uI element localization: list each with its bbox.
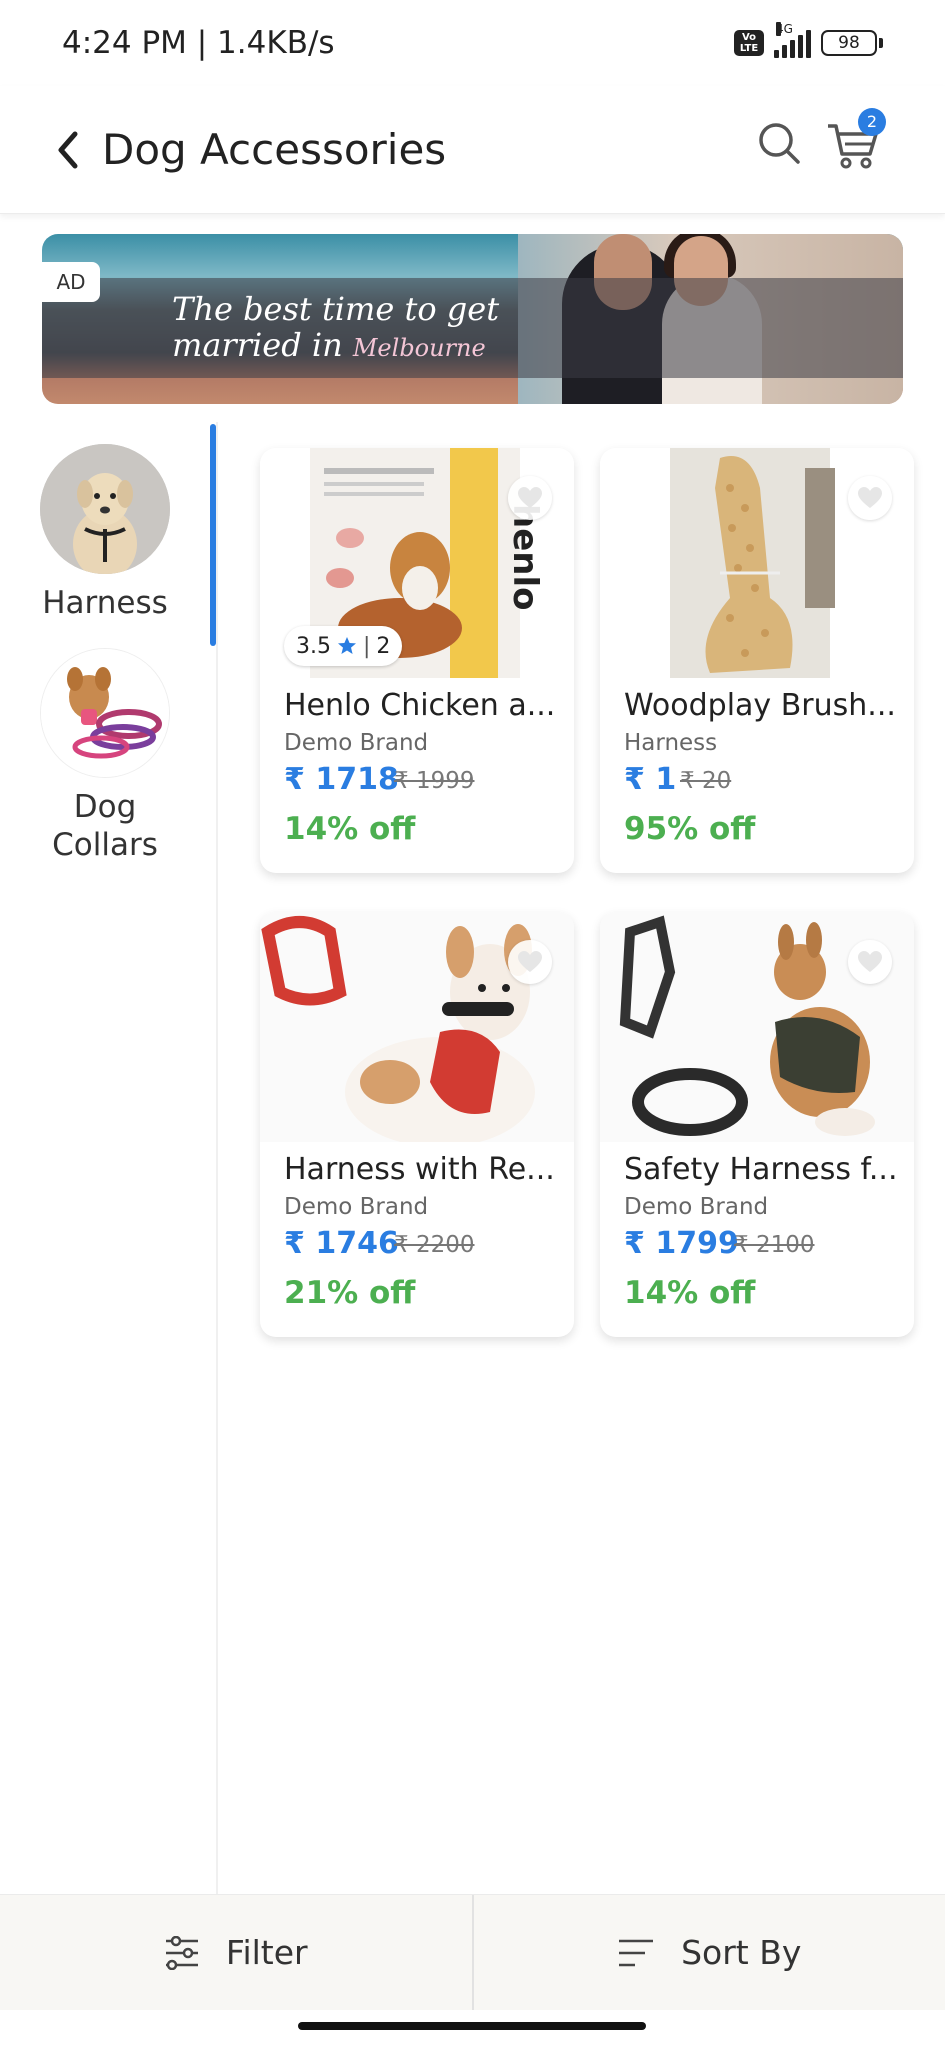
product-brand: Harness [624,730,718,756]
category-dog-collars-label: Dog Collars [52,789,158,863]
product-name: Henlo Chicken a... [284,688,556,723]
cart-count-badge: 2 [858,108,886,136]
back-arrow-icon [58,131,78,168]
ad-headline-2-text: married in [172,326,343,364]
category-harness-image [40,444,170,574]
product-discount: 14% off [284,811,416,847]
product-brand: Demo Brand [284,730,429,756]
product-image [260,912,574,1142]
rating-value: 3.5 [296,633,331,659]
dog-image [40,444,170,574]
rating-separator: | [363,633,371,659]
page-title: Dog Accessories [102,125,447,174]
back-button[interactable] [38,120,98,180]
collar-image [41,649,169,777]
product-mrp: ₹ 2200 [394,1232,475,1258]
status-bar: 4:24 PM | 1.4KB/s Vo LTE 4G 98 [0,0,945,86]
category-dog-collars[interactable]: Dog Collars [0,648,210,864]
product-brand: Demo Brand [624,1194,769,1220]
filter-icon [165,1935,198,1970]
product-mrp: ₹ 2100 [734,1232,815,1258]
filter-button[interactable]: Filter [0,1895,472,2010]
home-indicator[interactable] [298,2022,646,2030]
category-sidebar [0,422,218,1894]
heart-icon [858,487,882,508]
product-name: Woodplay Brush... [624,688,896,723]
product-card[interactable]: henlo 3.5 | 2 Henlo Chicken a... Demo Br… [260,448,574,873]
product-price: ₹ 1 [624,762,677,797]
selected-category-indicator [210,424,216,646]
ad-tag: AD [42,262,100,302]
product-price: ₹ 1799 [624,1226,739,1261]
ad-city: Melbourne [352,334,486,362]
wishlist-button[interactable] [508,476,552,520]
battery-level: 98 [821,30,877,56]
product-discount: 21% off [284,1275,416,1311]
category-harness[interactable]: Harness [0,444,210,622]
category-harness-label: Harness [42,585,168,621]
rating-badge: 3.5 | 2 [284,626,403,666]
wishlist-button[interactable] [848,476,892,520]
sort-label: Sort By [681,1933,802,1972]
product-image [600,912,914,1142]
product-price: ₹ 1718 [284,762,399,797]
product-discount: 95% off [624,811,756,847]
product-image [600,448,914,678]
product-card[interactable]: Safety Harness f... Demo Brand ₹ 1799 ₹ … [600,912,914,1337]
wishlist-button[interactable] [508,940,552,984]
category-dog-collars-image [40,648,170,778]
product-name: Safety Harness f... [624,1152,898,1187]
product-card[interactable]: Harness with Re... Demo Brand ₹ 1746 ₹ 2… [260,912,574,1337]
heart-icon [858,951,882,972]
product-name: Harness with Re... [284,1152,555,1187]
sort-button[interactable]: Sort By [474,1895,945,2010]
bottom-action-bar: Filter Sort By [0,1894,945,2010]
product-price: ₹ 1746 [284,1226,399,1261]
product-image: henlo 3.5 | 2 [260,448,574,678]
network-type: 4G [776,22,793,36]
ad-banner[interactable]: AD The best time to get married in Melbo… [42,234,903,404]
app-bar: Dog Accessories 2 [0,86,945,214]
henlo-logo: henlo [505,504,545,610]
ad-headline-2: married in Melbourne [172,326,486,364]
product-card[interactable]: Woodplay Brush... Harness ₹ 1 ₹ 20 95% o… [600,448,914,873]
heart-icon [518,487,542,508]
heart-icon [518,951,542,972]
volte-icon: Vo LTE [734,30,764,56]
product-mrp: ₹ 1999 [394,768,475,794]
search-icon [759,123,800,164]
status-icons: Vo LTE 4G 98 [734,22,883,58]
product-discount: 14% off [624,1275,756,1311]
wishlist-button[interactable] [848,940,892,984]
sort-icon [619,1939,654,1966]
status-time: 4:24 PM | 1.4KB/s [62,25,335,61]
star-icon [338,637,356,654]
product-brand: Demo Brand [284,1194,429,1220]
product-mrp: ₹ 20 [680,768,732,794]
filter-label: Filter [225,1933,308,1972]
battery-icon: 98 [821,30,883,56]
ad-headline-1: The best time to get [172,290,500,328]
review-count: 2 [376,633,391,659]
signal-icon: 4G [774,22,811,58]
search-button[interactable] [754,118,806,170]
